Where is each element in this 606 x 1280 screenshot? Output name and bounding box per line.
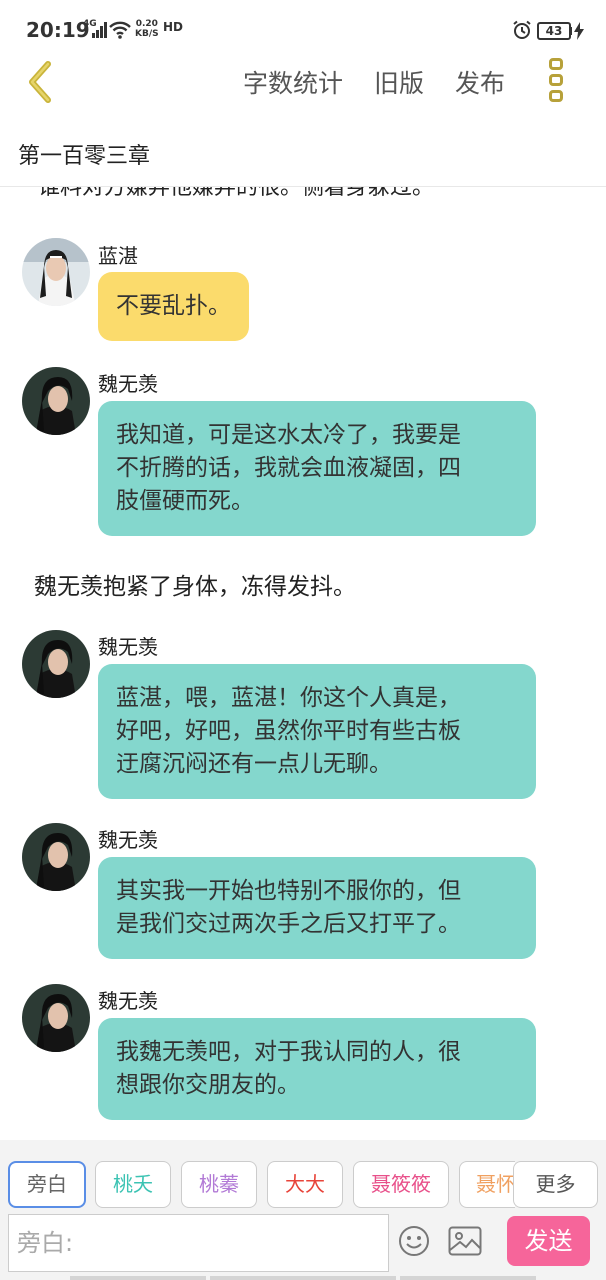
message-line: 好吧，好吧，虽然你平时有些古板 [116,718,461,744]
speaker-name: 魏无羡 [98,989,158,1013]
word-count-button[interactable]: 字数统计 [243,64,343,100]
message-line: 想跟你交朋友的。 [116,1072,300,1098]
image-icon[interactable] [448,1226,482,1256]
speed-value: 0.20 [135,19,158,29]
message-bubble[interactable]: 我魏无羡吧，对于我认同的人，很 想跟你交朋友的。 [98,1018,536,1120]
message-line: 蓝湛，喂，蓝湛！你这个人真是， [116,685,461,711]
role-chip-nie-xiaoxiao[interactable]: 聂筱筱 [353,1161,449,1208]
speaker-name: 魏无羡 [98,828,158,852]
message-line: 是我们交过两次手之后又打平了。 [116,911,461,937]
send-button[interactable]: 发送 [507,1216,590,1266]
battery-tip [569,27,572,35]
message-line: 迂腐沉闷还有一点儿无聊。 [116,751,392,777]
back-arrow-icon [29,61,51,103]
role-chip-narrator[interactable]: 旁白 [8,1161,86,1208]
message-line: 肢僵硬而死。 [116,488,254,514]
message-line: 其实我一开始也特别不服你的，但 [116,878,461,904]
role-chip-nie-huai[interactable]: 聂怀 [459,1161,515,1208]
more-vertical-icon[interactable] [546,58,570,106]
old-version-button[interactable]: 旧版 [374,64,424,100]
alarm-icon [513,20,531,39]
nav-hint-bar [70,1276,206,1280]
signal-icon [92,22,107,38]
message-bubble[interactable]: 蓝湛，喂，蓝湛！你这个人真是， 好吧，好吧，虽然你平时有些古板 迂腐沉闷还有一点… [98,664,536,799]
network-speed: 0.20 KB/S [135,19,159,39]
back-button[interactable] [22,58,62,106]
avatar-weiwuxian[interactable] [22,630,90,698]
wifi-icon [109,21,131,39]
message-line: 我魏无羡吧，对于我认同的人，很 [116,1039,461,1065]
nav-hint-bar [400,1276,536,1280]
message-bubble[interactable]: 不要乱扑。 [98,272,249,341]
role-chip-taozhen[interactable]: 桃蓁 [181,1161,257,1208]
message-bubble[interactable]: 我知道，可是这水太冷了，我要是 不折腾的话，我就会血液凝固，四 肢僵硬而死。 [98,401,536,536]
narration-text: 谁料对方嫌弃他嫌弃的很。侧着身躲过。 [38,187,435,200]
hd-indicator: HD [163,20,184,34]
chat-list[interactable]: 谁料对方嫌弃他嫌弃的很。侧着身躲过。 蓝湛 不要乱扑。 魏无羡 我知道，可是这水… [0,187,606,1135]
publish-button[interactable]: 发布 [455,64,505,100]
speaker-name: 魏无羡 [98,372,158,396]
status-time: 20:19 [26,18,90,42]
avatar-weiwuxian[interactable] [22,984,90,1052]
narration-text[interactable]: 魏无羡抱紧了身体，冻得发抖。 [34,567,356,601]
message-bubble[interactable]: 其实我一开始也特别不服你的，但 是我们交过两次手之后又打平了。 [98,857,536,959]
avatar-lanzhan[interactable] [22,238,90,306]
avatar-weiwuxian[interactable] [22,367,90,435]
chapter-title: 第一百零三章 [18,144,151,169]
message-line: 不折腾的话，我就会血液凝固，四 [116,455,461,481]
more-roles-button[interactable]: 更多 [513,1161,598,1208]
nav-hint-bar [210,1276,396,1280]
message-line: 不要乱扑。 [116,293,231,319]
speaker-name: 蓝湛 [98,244,138,268]
role-chip-dada[interactable]: 大大 [267,1161,343,1208]
avatar-weiwuxian[interactable] [22,823,90,891]
speed-unit: KB/S [135,29,159,39]
role-chip-taoyao[interactable]: 桃夭 [95,1161,171,1208]
status-bar: 20:19 4G 0.20 KB/S HD 43 [0,0,606,58]
speaker-name: 魏无羡 [98,635,158,659]
message-line: 我知道，可是这水太冷了，我要是 [116,422,461,448]
message-input[interactable] [8,1214,389,1272]
battery-icon: 43 [537,22,571,40]
charging-bolt-icon [574,22,584,40]
emoji-icon[interactable] [398,1225,430,1257]
